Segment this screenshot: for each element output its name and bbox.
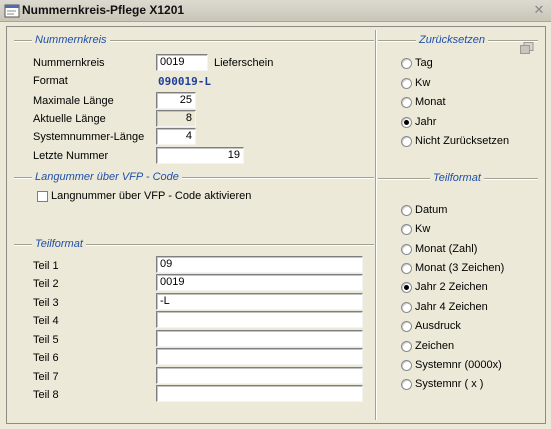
section-title-zuruecksetzen: Zurücksetzen — [416, 34, 489, 46]
radio-jahr-4-zeichen[interactable] — [401, 302, 412, 313]
radio-tag[interactable] — [401, 58, 412, 69]
radio-zeichen[interactable] — [401, 341, 412, 352]
close-button[interactable]: ✕ — [531, 3, 547, 18]
radio-ausdruck[interactable] — [401, 321, 412, 332]
radio-monat-3-zeichen[interactable] — [401, 263, 412, 274]
teil-label: Teil 5 — [33, 334, 59, 346]
teil-label: Teil 3 — [33, 297, 59, 309]
radio-systemnr-0000x-label: Systemnr (0000x) — [415, 359, 502, 371]
langnummer-checkbox-label: Langnummer über VFP - Code aktivieren — [51, 190, 252, 202]
radio-monat-label: Monat — [415, 96, 446, 108]
nummernkreis-label: Nummernkreis — [33, 57, 105, 69]
radio-nicht-zuruecksetzen-label: Nicht Zurücksetzen — [415, 135, 510, 147]
teil-input[interactable] — [156, 385, 363, 402]
teil-input[interactable]: 0019 — [156, 274, 363, 291]
teil-label: Teil 8 — [33, 389, 59, 401]
copy-icon[interactable] — [520, 42, 534, 54]
teil-label: Teil 6 — [33, 352, 59, 364]
letzte-nummer-input[interactable]: 19 — [156, 147, 244, 164]
letzte-nummer-label: Letzte Nummer — [33, 150, 109, 162]
format-label: Format — [33, 75, 68, 87]
radio-ausdruck-label: Ausdruck — [415, 320, 461, 332]
radio-nicht-zuruecksetzen[interactable] — [401, 136, 412, 147]
teil-input[interactable]: 09 — [156, 256, 363, 273]
radio-kw-teil[interactable] — [401, 224, 412, 235]
radio-jahr-label: Jahr — [415, 116, 437, 128]
radio-datum[interactable] — [401, 205, 412, 216]
nummernkreis-input[interactable]: 0019 — [156, 54, 208, 71]
radio-systemnr-0000x[interactable] — [401, 360, 412, 371]
radio-kw-label: Kw — [415, 77, 431, 89]
format-value: 090019-L — [158, 75, 211, 88]
radio-systemnr-x-label: Systemnr ( x ) — [415, 378, 484, 390]
app-window-icon — [4, 4, 20, 18]
teil-input[interactable] — [156, 330, 363, 347]
sysnr-laenge-label: Systemnummer-Länge — [33, 131, 145, 143]
radio-tag-label: Tag — [415, 57, 433, 69]
teil-input[interactable] — [156, 348, 363, 365]
teil-input[interactable] — [156, 367, 363, 384]
radio-systemnr-x[interactable] — [401, 379, 412, 390]
radio-monat-zahl[interactable] — [401, 244, 412, 255]
radio-jahr-2-zeichen-label: Jahr 2 Zeichen — [415, 281, 488, 293]
close-icon: ✕ — [533, 2, 545, 17]
section-title-teilformat-right: Teilformat — [430, 172, 484, 184]
radio-jahr-4-zeichen-label: Jahr 4 Zeichen — [415, 301, 488, 313]
radio-jahr[interactable] — [401, 117, 412, 128]
section-title-nummernkreis: Nummernkreis — [32, 34, 110, 46]
radio-monat-zahl-label: Monat (Zahl) — [415, 243, 478, 255]
radio-monat-3-zeichen-label: Monat (3 Zeichen) — [415, 262, 505, 274]
radio-jahr-2-zeichen[interactable] — [401, 282, 412, 293]
radio-zeichen-label: Zeichen — [415, 340, 455, 352]
max-laenge-label: Maximale Länge — [33, 95, 114, 107]
akt-laenge-label: Aktuelle Länge — [33, 113, 106, 125]
section-title-teilformat-left: Teilformat — [32, 238, 86, 250]
radio-datum-label: Datum — [415, 204, 448, 216]
section-title-langnummer: Langummer über VFP - Code — [32, 171, 182, 183]
teil-input[interactable] — [156, 311, 363, 328]
max-laenge-input[interactable]: 25 — [156, 92, 196, 109]
window-title: Nummernkreis-Pflege X1201 — [22, 3, 185, 17]
sysnr-laenge-input[interactable]: 4 — [156, 128, 196, 145]
radio-monat[interactable] — [401, 97, 412, 108]
radio-kw[interactable] — [401, 78, 412, 89]
title-bar: Nummernkreis-Pflege X1201 ✕ — [0, 0, 551, 22]
radio-kw-teil-label: Kw — [415, 223, 431, 235]
teil-label: Teil 1 — [33, 260, 59, 272]
akt-laenge-value: 8 — [156, 110, 196, 127]
nummernkreis-description: Lieferschein — [214, 57, 274, 69]
teil-label: Teil 4 — [33, 315, 59, 327]
teil-label: Teil 7 — [33, 371, 59, 383]
langnummer-checkbox[interactable] — [37, 191, 48, 202]
teil-label: Teil 2 — [33, 278, 59, 290]
teil-input[interactable]: -L — [156, 293, 363, 310]
panel-divider — [375, 30, 377, 420]
